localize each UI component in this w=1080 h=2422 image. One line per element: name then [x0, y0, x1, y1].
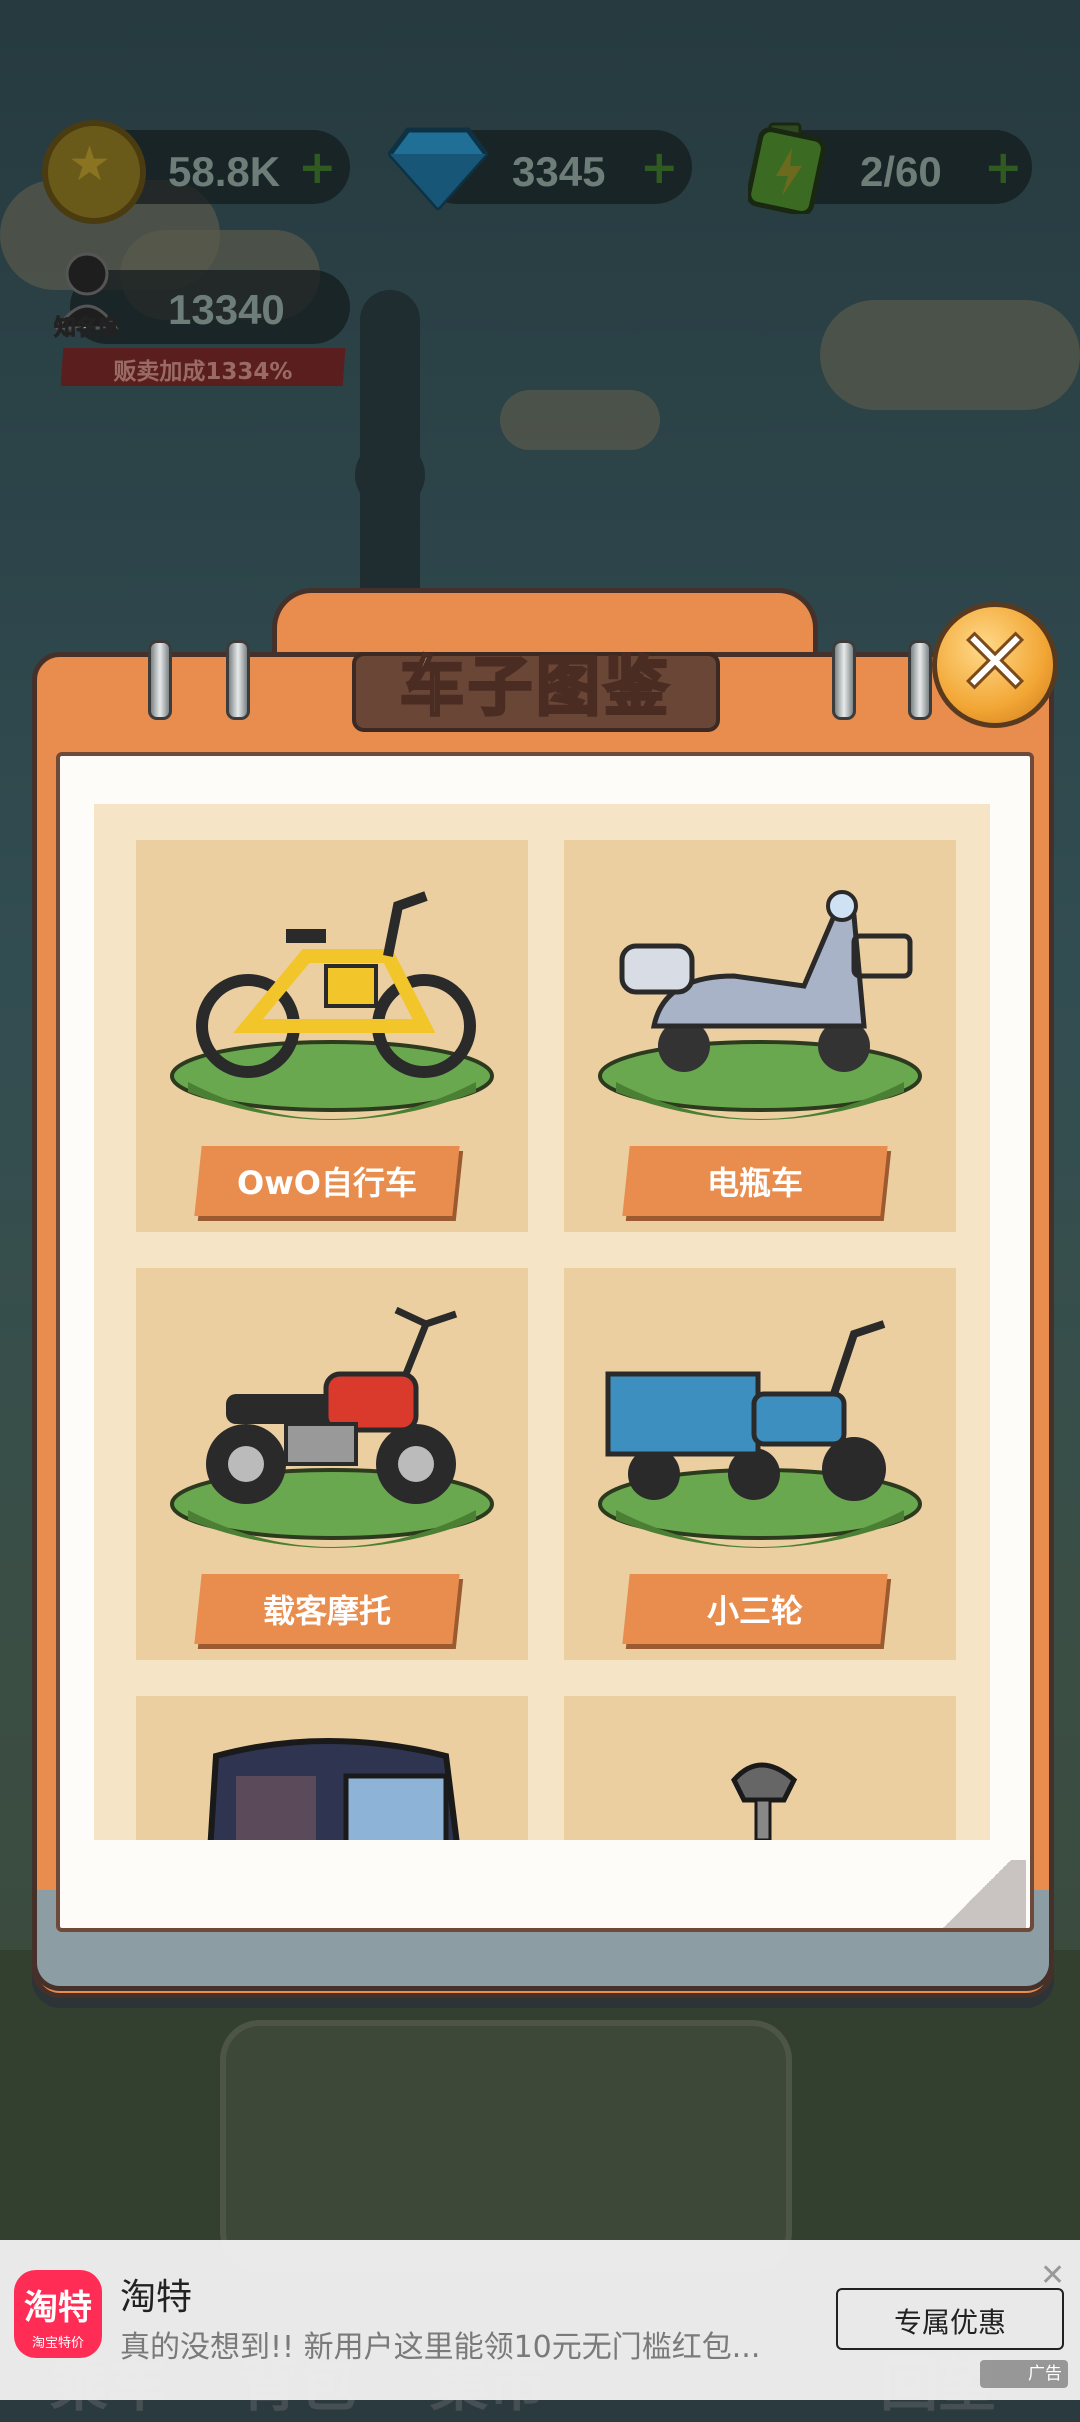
- ad-tag: 广告: [980, 2360, 1068, 2388]
- scooter-icon: [619, 890, 913, 1072]
- vehicle-name: OwO自行车: [237, 1164, 417, 1202]
- fame-label: 知名度: [53, 316, 121, 342]
- fame-bonus-text: 贩卖加成1334%: [113, 359, 293, 385]
- background-path: [220, 2020, 792, 2272]
- tricycle-icon: [605, 1320, 886, 1501]
- vehicle-name-tag: 载客摩托: [194, 1574, 460, 1644]
- vehicle-name: 电瓶车: [706, 1164, 803, 1202]
- tuk-tuk-icon: [207, 1738, 460, 1840]
- diamond-icon: [388, 127, 488, 210]
- close-button[interactable]: ✕: [932, 602, 1058, 728]
- add-energy-icon[interactable]: +: [984, 140, 1023, 194]
- ad-logo-subtext: 淘宝特价: [31, 2336, 84, 2351]
- motorcycle-icon: [206, 1306, 458, 1504]
- paper-corner-fold: [928, 1860, 1026, 1928]
- background-cloud: [820, 300, 1080, 410]
- battery-icon: [748, 122, 826, 214]
- vehicle-card[interactable]: [136, 1696, 528, 1840]
- binder-ring-icon: [832, 640, 856, 720]
- fame-bonus-banner: 贩卖加成1334%: [60, 348, 346, 386]
- background-cloud: [500, 390, 660, 450]
- binder-ring-icon: [908, 640, 932, 720]
- panel-title: 车子图鉴: [399, 650, 672, 727]
- vehicle-grid[interactable]: OwO自行车 电瓶车 载客摩托 小三轮: [94, 804, 990, 1840]
- coin-icon: [42, 120, 146, 224]
- add-gems-icon[interactable]: +: [640, 140, 679, 194]
- ad-logo-text: 淘特: [24, 2288, 92, 2328]
- vehicle-name-tag: 电瓶车: [622, 1146, 888, 1216]
- ad-app-logo[interactable]: 淘特 淘宝特价: [14, 2270, 102, 2358]
- energy-value: 2/60: [860, 148, 942, 195]
- binder-ring-icon: [148, 640, 172, 720]
- vehicle-card[interactable]: 载客摩托: [136, 1268, 528, 1660]
- ad-close-icon[interactable]: ✕: [1040, 2258, 1065, 2293]
- close-icon: ✕: [955, 609, 1035, 716]
- background-tower: [355, 440, 425, 510]
- ad-cta-label: 专属优惠: [893, 2306, 1006, 2339]
- binder-ring-icon: [226, 640, 250, 720]
- add-coins-icon[interactable]: +: [298, 140, 337, 194]
- vehicle-name-tag: 小三轮: [622, 1574, 888, 1644]
- ad-title: 淘特: [120, 2277, 193, 2318]
- vehicle-name-tag: OwO自行车: [194, 1146, 460, 1216]
- vehicle-card[interactable]: OwO自行车: [136, 840, 528, 1232]
- vehicle-card[interactable]: 小三轮: [564, 1268, 956, 1660]
- coin-value: 58.8K: [168, 148, 281, 195]
- vehicle-name: 小三轮: [706, 1592, 803, 1630]
- vehicle-name: 载客摩托: [262, 1592, 391, 1630]
- vehicle-seat-icon: [731, 1762, 798, 1840]
- ad-cta-button[interactable]: 专属优惠: [836, 2288, 1064, 2350]
- vehicle-card[interactable]: 电瓶车: [564, 840, 956, 1232]
- gem-value: 3345: [512, 148, 606, 195]
- vehicle-card[interactable]: [564, 1696, 956, 1840]
- bicycle-icon: [196, 891, 476, 1078]
- fame-value: 13340: [168, 286, 285, 333]
- ad-description: 真的没想到!! 新用户这里能领10元无门槛红包...: [120, 2330, 761, 2365]
